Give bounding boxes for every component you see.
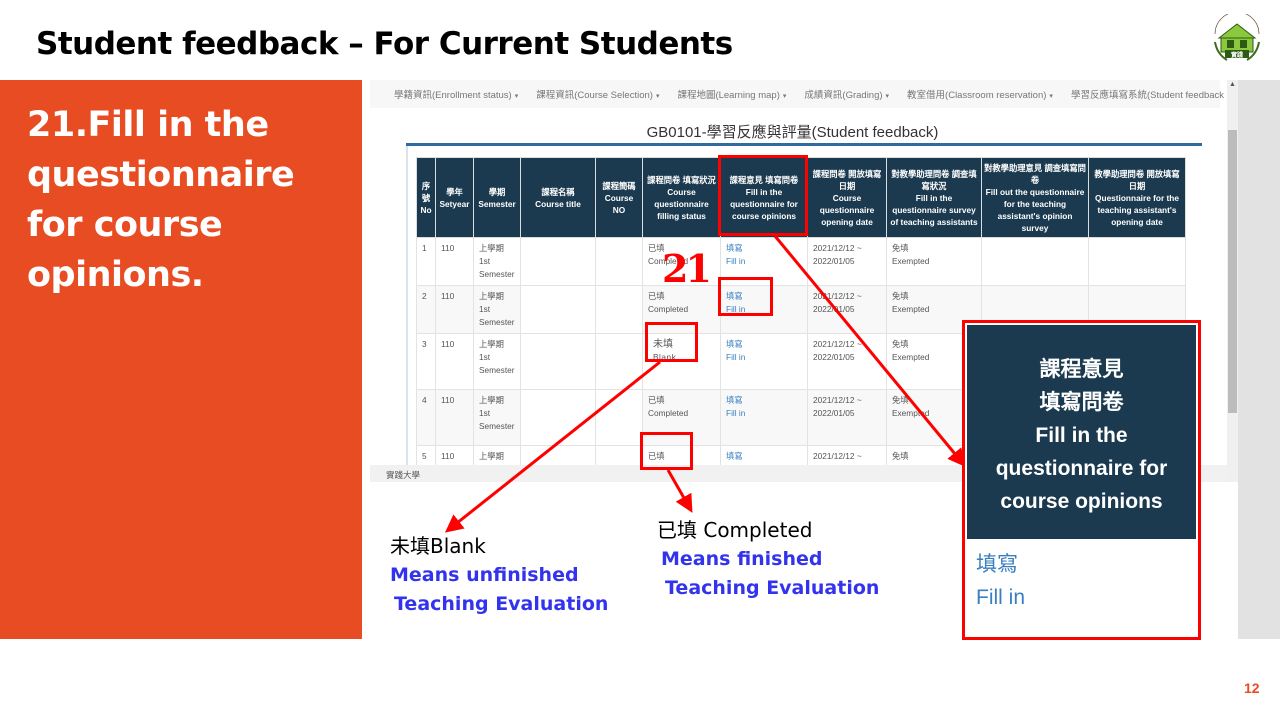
fill-in-link[interactable]: 填寫Fill in — [720, 389, 808, 446]
cell-course-title — [520, 285, 596, 334]
cell-opening-date: 2021/12/12 ~2022/01/05 — [807, 237, 887, 286]
cell-opening-date: 2021/12/12 ~2022/01/05 — [807, 285, 887, 334]
cell-year: 110 — [435, 285, 474, 334]
col-header-ta-questionnaire: 對教學助理意見 調查填寫問卷 Fill out the questionnaire… — [981, 157, 1089, 238]
cell-no: 2 — [416, 285, 436, 334]
highlight-completed-status — [640, 432, 693, 470]
cell-semester: 上學期1st Semester — [473, 285, 521, 334]
cell-ta-status: 免填Exempted — [886, 237, 982, 286]
top-navbar: 學籍資訊(Enrollment status) ▾ 課程資訊(Course Sel… — [370, 80, 1238, 108]
cell-year: 110 — [435, 237, 474, 286]
cell-year: 110 — [435, 333, 474, 390]
cell-semester: 上學期1st Semester — [473, 237, 521, 286]
cell-course-no — [595, 333, 643, 390]
col-header-no: 序號 No — [416, 157, 436, 238]
cell-no: 3 — [416, 333, 436, 390]
university-logo: 實踐 — [1214, 14, 1260, 61]
cell-course-title — [520, 237, 596, 286]
cell-semester: 上學期1st Semester — [473, 389, 521, 446]
page-number: 12 — [1244, 680, 1260, 696]
fill-in-link[interactable]: 填寫Fill in — [720, 333, 808, 390]
slide-title: Student feedback – For Current Students — [36, 26, 733, 62]
cell-opening-date: 2021/12/12 ~2022/01/05 — [807, 333, 887, 390]
cell-ta-questionnaire — [981, 237, 1089, 286]
cell-no: 4 — [416, 389, 436, 446]
scrollbar-thumb[interactable] — [1228, 130, 1237, 413]
completed-note: 已填 Completed Means finished Teaching Eva… — [657, 518, 880, 599]
nav-course-selection[interactable]: 課程資訊(Course Selection) ▾ — [536, 87, 659, 101]
caret-down-icon: ▾ — [782, 93, 787, 100]
step-number-label: 21 — [662, 246, 712, 291]
cell-course-title — [520, 333, 596, 390]
scroll-up-arrow-icon[interactable]: ▲ — [1229, 81, 1236, 88]
col-header-course-title: 課程名稱 Course title — [520, 157, 596, 238]
table-row: 1 110 上學期 1st Semester 已填 Completed 填寫 Fill… — [416, 237, 1186, 286]
highlight-fill-in-link — [718, 277, 773, 316]
cell-course-no — [595, 237, 643, 286]
zoomed-column-callout: 課程意見 填寫問卷 Fill in the questionnaire for … — [962, 320, 1201, 640]
cell-year: 110 — [435, 389, 474, 446]
col-header-course-no: 課程簡碼 Course NO — [595, 157, 643, 238]
col-header-ta-opening-date: 教學助理問卷 開放填寫日期 Questionnaire for the teach… — [1088, 157, 1186, 238]
nav-classroom-reservation[interactable]: 教室借用(Classroom reservation) ▾ — [907, 87, 1053, 101]
col-header-ta-filling-status: 對教學助理問卷 調查填寫狀況 Fill in the questionnaire … — [886, 157, 982, 238]
page-heading: GB0101-學習反應與評量(Student feedback) — [646, 124, 939, 141]
vertical-scrollbar[interactable]: ▲ — [1227, 80, 1238, 482]
blank-note: 未填Blank Means unfinished Teaching Evalua… — [390, 534, 609, 615]
logo-text: 實踐 — [1231, 51, 1243, 59]
cell-course-title — [520, 389, 596, 446]
cell-semester: 上學期1st Semester — [473, 333, 521, 390]
heading-divider — [406, 143, 1202, 146]
content-left-border — [406, 146, 408, 476]
caret-down-icon: ▾ — [655, 93, 660, 100]
caret-down-icon: ▾ — [514, 93, 519, 100]
cell-ta-opening-date — [1088, 237, 1186, 286]
zoomed-fill-in-link[interactable]: 填寫 Fill in — [976, 548, 1025, 614]
col-header-filling-status: 課程問卷 填寫狀況 Course questionnaire filling st… — [642, 157, 721, 238]
cell-course-no — [595, 389, 643, 446]
nav-student-feedback-system[interactable]: 學習反應填寫系統(Student feedback system)▾ — [1071, 87, 1238, 101]
col-header-setyear: 學年 Setyear — [435, 157, 474, 238]
cell-opening-date: 2021/12/12 ~2022/01/05 — [807, 389, 887, 446]
nav-enrollment-status[interactable]: 學籍資訊(Enrollment status) ▾ — [394, 87, 518, 101]
cell-course-no — [595, 285, 643, 334]
cell-no: 1 — [416, 237, 436, 286]
caret-down-icon: ▾ — [885, 93, 890, 100]
screenshot-margin — [1238, 80, 1280, 639]
caret-down-icon: ▾ — [1049, 93, 1053, 100]
step-description: 21.Fill in the questionnaire for course … — [27, 105, 295, 295]
zoomed-column-header: 課程意見 填寫問卷 Fill in the questionnaire for … — [967, 325, 1196, 539]
highlight-blank-status — [645, 322, 698, 362]
highlight-header-fill-questionnaire — [718, 155, 808, 236]
col-header-opening-date: 課程問卷 開放填寫日期 Course questionnaire opening … — [807, 157, 887, 238]
col-header-semester: 學期 Semester — [473, 157, 521, 238]
nav-grading[interactable]: 成績資訊(Grading) ▾ — [804, 87, 889, 101]
nav-learning-map[interactable]: 課程地圖(Learning map) ▾ — [677, 87, 786, 101]
